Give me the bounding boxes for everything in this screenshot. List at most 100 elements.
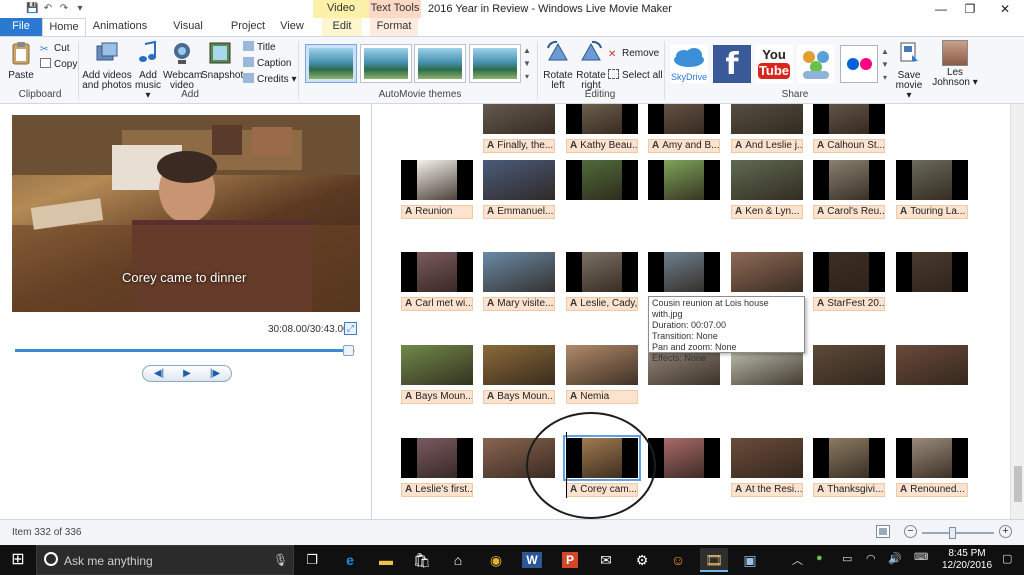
zoom-in-button[interactable]: + <box>999 525 1012 538</box>
clip-thumbnail[interactable] <box>731 104 803 134</box>
chevron-down-icon[interactable]: ▼ <box>522 57 532 70</box>
messenger-app[interactable]: ☺ <box>664 548 692 572</box>
clip-caption-bar[interactable]: A Carol's Reu... <box>813 205 885 219</box>
user-account-button[interactable]: Les Johnson ▾ <box>930 40 980 88</box>
clip-caption-bar[interactable]: A Bays Moun... <box>483 390 555 404</box>
youtube-button[interactable]: You Tube <box>755 45 793 83</box>
clip-thumbnail[interactable] <box>813 345 885 385</box>
snapshot-button[interactable]: Snapshot <box>201 40 243 81</box>
tab-home[interactable]: Home <box>42 18 86 36</box>
remove-button[interactable]: ✕ Remove <box>608 47 659 60</box>
zoom-slider-thumb[interactable] <box>949 527 957 539</box>
clip-caption-bar[interactable]: A Reunion <box>401 205 473 219</box>
clip-caption-bar[interactable]: A Nemia <box>566 390 638 404</box>
start-button[interactable]: ⊞ <box>4 548 32 572</box>
save-icon[interactable]: 💾 <box>26 3 38 15</box>
clip-caption-bar[interactable]: A Carl met wi... <box>401 297 473 311</box>
storyboard-clip[interactable]: A Kathy Beau... <box>566 104 638 153</box>
credits-button[interactable]: Credits ▾ <box>243 73 296 86</box>
minimize-button[interactable]: — <box>926 1 956 17</box>
gallery-expand-icon[interactable]: ▾ <box>881 71 889 84</box>
storyboard-clip[interactable]: A Nemia <box>566 345 638 404</box>
storyboard-clip[interactable]: A Carol's Reu... <box>813 160 885 219</box>
undo-icon[interactable]: ↶ <box>42 3 54 15</box>
tab-view[interactable]: View <box>280 18 304 36</box>
clip-caption-bar[interactable]: A Calhoun St... <box>813 139 885 153</box>
chevron-down-icon[interactable]: ▼ <box>881 58 889 71</box>
play-button[interactable]: ▶ <box>173 367 201 381</box>
zoom-out-button[interactable]: − <box>904 525 917 538</box>
tab-animations[interactable]: Animations <box>92 18 148 36</box>
clip-caption-bar[interactable]: A Kathy Beau... <box>566 139 638 153</box>
storyboard-clip[interactable] <box>648 438 720 478</box>
theme-pan-zoom[interactable] <box>469 44 521 83</box>
clip-thumbnail[interactable] <box>483 104 555 134</box>
windows-live-groups-button[interactable] <box>797 45 835 83</box>
themes-gallery-scroll[interactable]: ▲ ▼ ▾ <box>522 44 532 84</box>
storyboard-clip[interactable]: A Thanksgivi... <box>813 438 885 497</box>
clip-thumbnail[interactable] <box>813 160 885 200</box>
storyboard-scrollbar[interactable] <box>1010 104 1024 519</box>
restore-button[interactable]: ❐ <box>955 1 985 17</box>
save-movie-button[interactable]: Save movie ▾ <box>893 40 925 101</box>
select-all-button[interactable]: Select all <box>608 69 663 82</box>
seek-bar[interactable] <box>15 345 355 356</box>
webcam-video-button[interactable]: Webcam video <box>163 40 202 91</box>
clip-caption-bar[interactable]: A And Leslie j... <box>731 139 803 153</box>
home-app[interactable]: ⌂ <box>444 548 472 572</box>
add-videos-button[interactable]: Add videos and photos <box>82 40 132 91</box>
clip-caption-bar[interactable]: A Leslie, Cady, <box>566 297 638 311</box>
copy-button[interactable]: Copy <box>40 58 77 71</box>
rotate-right-button[interactable]: Rotate right <box>574 40 608 91</box>
storyboard-clip[interactable]: A Leslie, Cady, <box>566 252 638 311</box>
clip-thumbnail[interactable] <box>401 438 473 478</box>
fullscreen-preview-button[interactable]: ⤢ <box>344 322 357 335</box>
storyboard-clip[interactable]: A Touring La... <box>896 160 968 219</box>
title-button[interactable]: Title <box>243 41 276 54</box>
theme-cinematic[interactable] <box>360 44 412 83</box>
storyboard-clip[interactable]: A Leslie's first... <box>401 438 473 497</box>
storyboard-clip[interactable]: A Reunion <box>401 160 473 219</box>
clip-caption-bar[interactable]: A Thanksgivi... <box>813 483 885 497</box>
gallery-expand-icon[interactable]: ▾ <box>522 70 532 83</box>
wifi-icon[interactable]: ◠ <box>866 552 876 565</box>
clip-thumbnail[interactable] <box>648 438 720 478</box>
clip-thumbnail[interactable] <box>566 104 638 134</box>
clip-thumbnail[interactable] <box>896 252 968 292</box>
clip-caption-bar[interactable]: A Touring La... <box>896 205 968 219</box>
theme-contemporary[interactable] <box>305 44 357 83</box>
battery-icon[interactable]: ▭ <box>842 552 852 565</box>
clip-caption-bar[interactable]: A Bays Moun... <box>401 390 473 404</box>
store-app[interactable]: 🛍 <box>408 548 436 572</box>
keyboard-icon[interactable]: ⌨ <box>914 552 928 563</box>
clip-caption-bar[interactable]: A At the Resi... <box>731 483 803 497</box>
add-music-button[interactable]: Add music ▾ <box>133 40 163 101</box>
clip-thumbnail[interactable] <box>648 160 720 200</box>
thumbnail-size-button[interactable] <box>876 525 890 538</box>
tab-edit[interactable]: Edit <box>322 18 362 36</box>
video-preview[interactable]: Corey came to dinner <box>12 115 360 312</box>
clip-thumbnail[interactable] <box>813 104 885 134</box>
microphone-icon[interactable]: 🎙 <box>273 553 288 567</box>
clip-thumbnail[interactable] <box>483 345 555 385</box>
clip-caption-bar[interactable]: A Amy and B... <box>648 139 720 153</box>
storyboard-clip[interactable] <box>648 252 720 292</box>
volume-icon[interactable]: 🔊 <box>888 552 902 565</box>
clip-thumbnail[interactable] <box>896 438 968 478</box>
movie-maker-app[interactable]: 🎞 <box>700 548 728 572</box>
storyboard-clip[interactable]: A Renouned... <box>896 438 968 497</box>
tab-project[interactable]: Project <box>230 18 266 36</box>
tab-file[interactable]: File <box>0 18 42 36</box>
edge-app[interactable]: e <box>336 548 364 572</box>
storyboard-clip[interactable]: A Ken & Lyn... <box>731 160 803 219</box>
clip-caption-bar[interactable]: A Mary visite... <box>483 297 555 311</box>
clip-thumbnail[interactable] <box>483 252 555 292</box>
tray-app-icon[interactable]: ● <box>816 552 823 564</box>
storyboard-clip[interactable]: A Bays Moun... <box>483 345 555 404</box>
clip-thumbnail[interactable] <box>648 252 720 292</box>
taskbar-clock[interactable]: 8:45 PM 12/20/2016 <box>940 548 994 572</box>
cortana-search-box[interactable]: Ask me anything 🎙 <box>36 545 294 575</box>
chevron-up-icon[interactable]: ▲ <box>881 45 889 58</box>
clip-thumbnail[interactable] <box>813 252 885 292</box>
file-explorer-app[interactable]: ▬ <box>372 548 400 572</box>
